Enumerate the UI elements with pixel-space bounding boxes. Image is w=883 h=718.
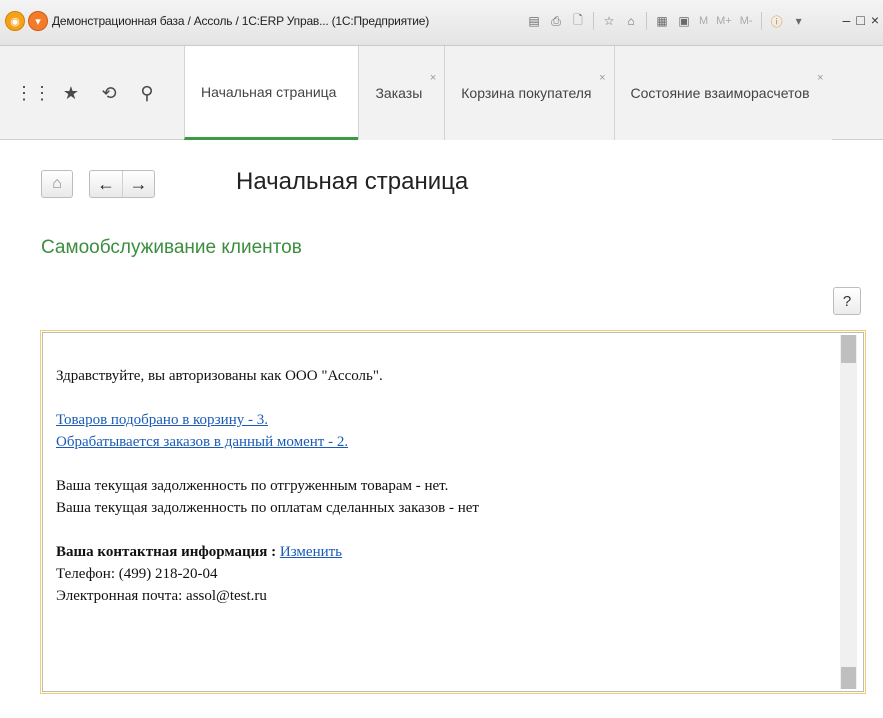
contact-label: Ваша контактная информация : bbox=[56, 544, 280, 560]
main-menu-icon[interactable]: ▾ bbox=[28, 11, 48, 31]
close-icon[interactable]: × bbox=[430, 72, 436, 84]
document-content: Здравствуйте, вы авторизованы как ООО "А… bbox=[56, 365, 833, 607]
group-title: Самообслуживание клиентов bbox=[41, 237, 302, 258]
app-logo-icon[interactable]: ◉ bbox=[5, 11, 25, 31]
orders-link[interactable]: Обрабатывается заказов в данный момент -… bbox=[56, 434, 348, 450]
home-icon: ⌂ bbox=[52, 175, 62, 192]
bookmark-icon[interactable]: ⌂ bbox=[622, 12, 640, 30]
print-icon[interactable]: ⎙ bbox=[547, 12, 565, 30]
titlebar-toolbar: ▤ ⎙ 🗋 ☆ ⌂ ▦ ▣ M M+ M- ⓘ ▾ bbox=[525, 12, 808, 30]
toolbar-divider bbox=[646, 12, 647, 30]
memory-plus-button[interactable]: M+ bbox=[714, 12, 734, 30]
tab-label: Начальная страница bbox=[201, 83, 337, 100]
scrollbar-up[interactable] bbox=[841, 335, 856, 363]
debt-shipped-text: Ваша текущая задолженность по отгруженны… bbox=[56, 478, 449, 494]
quick-access: ⋮⋮ ★ ⟲ ⚲ bbox=[0, 46, 158, 140]
tab-label: Заказы bbox=[375, 85, 423, 101]
window-titlebar: ◉ ▾ Демонстрационная база / Ассоль / 1С:… bbox=[0, 0, 883, 46]
close-window-button[interactable]: × bbox=[871, 12, 879, 28]
page-title: Начальная страница bbox=[236, 168, 469, 195]
html-document-body: Здравствуйте, вы авторизованы как ООО "А… bbox=[42, 332, 864, 692]
window-controls: ‒ □ × bbox=[843, 12, 879, 28]
history-nav: ← → bbox=[89, 170, 155, 198]
help-button[interactable]: ? bbox=[833, 287, 861, 315]
toolbar-divider bbox=[593, 12, 594, 30]
preview-icon[interactable]: 🗋 bbox=[569, 12, 587, 30]
edit-contact-link[interactable]: Изменить bbox=[280, 544, 342, 560]
phone-text: Телефон: (499) 218-20-04 bbox=[56, 566, 218, 582]
save-icon[interactable]: ▤ bbox=[525, 12, 543, 30]
favorites-star-icon[interactable]: ★ bbox=[60, 82, 82, 104]
cart-link[interactable]: Товаров подобрано в корзину - 3. bbox=[56, 412, 268, 428]
history-icon[interactable]: ⟲ bbox=[98, 82, 120, 104]
info-icon[interactable]: ⓘ bbox=[768, 12, 786, 30]
scrollbar-down[interactable] bbox=[841, 667, 856, 689]
toolbar-divider bbox=[760, 12, 762, 30]
close-icon[interactable]: × bbox=[817, 72, 823, 84]
tab-label: Состояние взаиморасчетов bbox=[630, 85, 810, 101]
tab-cart[interactable]: Корзина покупателя × bbox=[444, 46, 614, 140]
window-title: Демонстрационная база / Ассоль / 1С:ERP … bbox=[52, 14, 430, 28]
minimize-button[interactable]: ‒ bbox=[843, 12, 851, 28]
open-windows-panel: ⋮⋮ ★ ⟲ ⚲ Начальная страница Заказы × Кор… bbox=[0, 46, 883, 140]
tab-settlements[interactable]: Состояние взаиморасчетов × bbox=[613, 46, 832, 140]
greeting-text: Здравствуйте, вы авторизованы как ООО "А… bbox=[56, 368, 383, 384]
close-icon[interactable]: × bbox=[599, 72, 605, 84]
home-button[interactable]: ⌂ bbox=[41, 170, 73, 198]
tab-orders[interactable]: Заказы × bbox=[358, 46, 445, 140]
arrow-right-icon: → bbox=[129, 173, 148, 194]
calculator-icon[interactable]: ▦ bbox=[653, 12, 671, 30]
tab-bar: Начальная страница Заказы × Корзина поку… bbox=[184, 46, 832, 140]
tab-home[interactable]: Начальная страница bbox=[184, 46, 359, 140]
email-text: Электронная почта: assol@test.ru bbox=[56, 588, 267, 604]
sections-grid-icon[interactable]: ⋮⋮ bbox=[15, 82, 51, 104]
favorites-icon[interactable]: ☆ bbox=[600, 12, 618, 30]
html-document-field[interactable]: Здравствуйте, вы авторизованы как ООО "А… bbox=[40, 330, 866, 694]
chevron-down-icon[interactable]: ▾ bbox=[790, 12, 808, 30]
search-icon[interactable]: ⚲ bbox=[136, 82, 158, 104]
vertical-scrollbar[interactable] bbox=[840, 335, 857, 689]
debt-orders-text: Ваша текущая задолженность по оплатам сд… bbox=[56, 500, 479, 516]
calendar-icon[interactable]: ▣ bbox=[675, 12, 693, 30]
forward-button[interactable]: → bbox=[122, 171, 154, 197]
memory-minus-button[interactable]: M- bbox=[738, 12, 755, 30]
arrow-left-icon: ← bbox=[97, 173, 115, 194]
tab-label: Корзина покупателя bbox=[461, 85, 592, 101]
back-button[interactable]: ← bbox=[90, 171, 122, 197]
memory-m-button[interactable]: M bbox=[697, 12, 710, 30]
maximize-button[interactable]: □ bbox=[856, 12, 864, 28]
